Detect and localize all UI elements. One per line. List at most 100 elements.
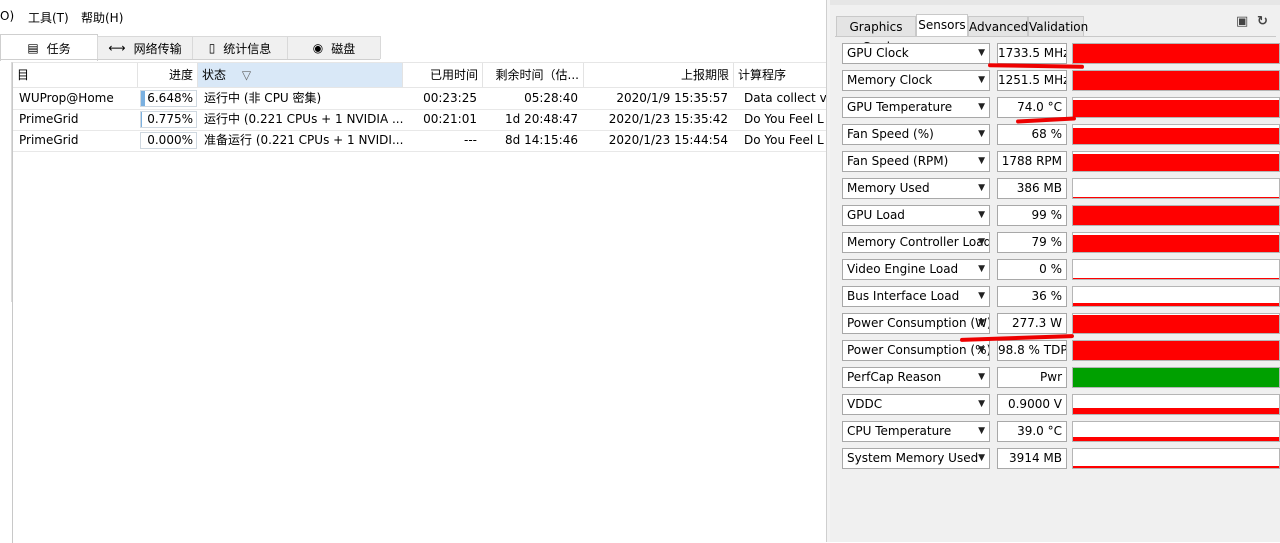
- sensor-name-dropdown[interactable]: Power Consumption (W)▼: [842, 313, 990, 334]
- tab-tasks[interactable]: ▤ 任务: [0, 34, 98, 61]
- sensor-name-dropdown[interactable]: Memory Controller Load▼: [842, 232, 990, 253]
- menu-bar: O) 工具(T) 帮助(H): [0, 0, 828, 32]
- table-row[interactable]: PrimeGrid 0.775% 运行中 (0.221 CPUs + 1 NVI…: [13, 109, 827, 131]
- sensor-row: GPU Temperature ▼ 74.0 °C: [842, 97, 1280, 119]
- side-pane-edge: [0, 62, 12, 302]
- sensor-name-dropdown[interactable]: Video Engine Load▼: [842, 259, 990, 280]
- column-header-remaining[interactable]: 剩余时间（估...: [483, 63, 584, 87]
- sensor-name-dropdown[interactable]: Memory Used ▼: [842, 178, 990, 199]
- menu-help[interactable]: 帮助(H): [81, 9, 123, 26]
- column-header-project[interactable]: 目: [13, 63, 138, 87]
- sensor-value: 99 %: [997, 205, 1067, 226]
- sensor-name-dropdown[interactable]: Fan Speed (RPM)▼: [842, 151, 990, 172]
- sensor-value: 386 MB: [997, 178, 1067, 199]
- column-header-deadline[interactable]: 上报期限: [584, 63, 734, 87]
- sensor-name-dropdown[interactable]: System Memory Used▼: [842, 448, 990, 469]
- sensor-name: Memory Used: [847, 181, 930, 195]
- tab-transfers[interactable]: ⟷ 网络传输: [97, 36, 193, 59]
- task-elapsed: 00:23:25: [403, 88, 483, 109]
- menu-options[interactable]: O): [0, 9, 14, 23]
- camera-icon[interactable]: ▣: [1236, 14, 1248, 29]
- sensor-name: GPU Temperature: [847, 100, 952, 114]
- task-deadline: 2020/1/23 15:35:42: [584, 109, 734, 130]
- column-header-elapsed[interactable]: 已用时间: [403, 63, 483, 87]
- dropdown-arrow-icon: ▼: [978, 179, 985, 198]
- sensor-name-dropdown[interactable]: PerfCap Reason▼: [842, 367, 990, 388]
- table-row[interactable]: PrimeGrid 0.000% 准备运行 (0.221 CPUs + 1 NV…: [13, 130, 827, 152]
- sensor-graph: [1072, 151, 1280, 172]
- task-application: Data collect v: [738, 88, 827, 109]
- sensor-name-dropdown[interactable]: GPU Load ▼: [842, 205, 990, 226]
- dropdown-arrow-icon: ▼: [978, 98, 985, 117]
- task-application: Do You Feel L: [738, 130, 827, 151]
- dropdown-arrow-icon: ▼: [978, 125, 985, 144]
- column-header-status[interactable]: 状态 ▽: [198, 63, 403, 87]
- tab-disk[interactable]: ◉ 磁盘: [287, 36, 381, 59]
- sensor-value: 1251.5 MHz: [997, 70, 1067, 91]
- task-status: 运行中 (非 CPU 密集): [198, 88, 403, 109]
- dropdown-arrow-icon: ▼: [978, 422, 985, 441]
- progress-bar: 0.000%: [140, 132, 197, 149]
- sensor-name-dropdown[interactable]: GPU Clock▼: [842, 43, 990, 64]
- dropdown-arrow-icon: ▼: [978, 287, 985, 306]
- sensor-value: 98.8 % TDP: [997, 340, 1067, 361]
- sensor-graph: [1072, 394, 1280, 415]
- sensor-graph-bar: [1073, 368, 1279, 387]
- tab-statistics[interactable]: ▯ 统计信息: [192, 36, 288, 59]
- task-remaining: 05:28:40: [483, 88, 584, 109]
- tab-sensors[interactable]: Sensors: [916, 14, 968, 37]
- sensor-name-dropdown[interactable]: Fan Speed (%) ▼: [842, 124, 990, 145]
- sensor-name: System Memory Used: [847, 451, 978, 465]
- column-header-application[interactable]: 计算程序: [734, 63, 827, 87]
- sensor-graph: [1072, 70, 1280, 91]
- task-list-header: 目 进度 状态 ▽ 已用时间 剩余时间（估... 上报期限 计算程序: [13, 63, 827, 88]
- dropdown-arrow-icon: ▼: [978, 341, 985, 360]
- sensor-name: GPU Load: [847, 208, 905, 222]
- task-project: PrimeGrid: [13, 130, 138, 151]
- sensor-graph-bar: [1073, 437, 1279, 441]
- sensor-name-dropdown[interactable]: Memory Clock▼: [842, 70, 990, 91]
- sensor-name: GPU Clock: [847, 46, 909, 60]
- sensor-name-dropdown[interactable]: Bus Interface Load▼: [842, 286, 990, 307]
- sensor-graph: [1072, 340, 1280, 361]
- sensor-value: 0 %: [997, 259, 1067, 280]
- tab-divider: [835, 36, 1276, 37]
- sensor-name: PerfCap Reason: [847, 370, 941, 384]
- sensor-graph: [1072, 313, 1280, 334]
- sensor-name: Fan Speed (%): [847, 127, 934, 141]
- table-row[interactable]: WUProp@Home 6.648% 运行中 (非 CPU 密集) 00:23:…: [13, 88, 827, 110]
- task-list: 目 进度 状态 ▽ 已用时间 剩余时间（估... 上报期限 计算程序 WUPro…: [12, 62, 827, 543]
- sensor-name-dropdown[interactable]: GPU Temperature ▼: [842, 97, 990, 118]
- refresh-icon[interactable]: ↻: [1257, 14, 1268, 29]
- sensor-graph-bar: [1073, 303, 1279, 306]
- title-strip: [830, 0, 1280, 5]
- sensor-row: CPU Temperature▼39.0 °C: [842, 421, 1280, 443]
- dropdown-arrow-icon: ▼: [978, 233, 985, 252]
- menu-tools[interactable]: 工具(T): [28, 9, 69, 26]
- sensor-row: Fan Speed (%)▼68 %: [842, 124, 1280, 146]
- tab-graphics-card[interactable]: Graphics Card: [836, 16, 916, 36]
- sensor-row: Bus Interface Load▼36 %: [842, 286, 1280, 308]
- progress-text: 6.648%: [147, 91, 193, 106]
- task-elapsed: 00:21:01: [403, 109, 483, 130]
- sensor-graph: [1072, 178, 1280, 199]
- sensor-name-dropdown[interactable]: CPU Temperature▼: [842, 421, 990, 442]
- tab-label: 网络传输: [134, 40, 182, 57]
- tab-advanced[interactable]: Advanced: [968, 16, 1028, 36]
- sensor-graph: [1072, 43, 1280, 64]
- sensor-row: Power Consumption (W)▼277.3 W: [842, 313, 1280, 335]
- sensor-graph-bar: [1073, 100, 1279, 117]
- dropdown-arrow-icon: ▼: [978, 206, 985, 225]
- sensor-name-dropdown[interactable]: Power Consumption (%)▼: [842, 340, 990, 361]
- sensor-name-dropdown[interactable]: VDDC▼: [842, 394, 990, 415]
- sensor-graph-bar: [1073, 466, 1279, 468]
- sensor-value: Pwr: [997, 367, 1067, 388]
- tab-validation[interactable]: Validation: [1028, 16, 1084, 36]
- transfer-icon: ⟷: [108, 41, 125, 55]
- column-header-progress[interactable]: 进度: [138, 63, 198, 87]
- sensor-graph-bar: [1073, 408, 1279, 414]
- task-status: 准备运行 (0.221 CPUs + 1 NVIDI...: [198, 130, 403, 151]
- sensor-value: 74.0 °C: [997, 97, 1067, 118]
- sensor-graph-bar: [1073, 278, 1279, 279]
- sensor-row: Fan Speed (RPM)▼1788 RPM: [842, 151, 1280, 173]
